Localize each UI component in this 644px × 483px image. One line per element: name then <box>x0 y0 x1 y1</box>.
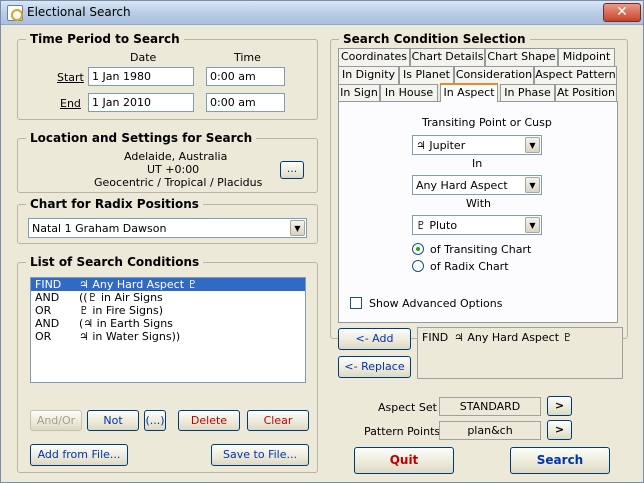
close-button[interactable]: ✕ <box>603 3 641 22</box>
location-timezone: UT +0:00 <box>147 163 200 176</box>
list-item[interactable]: AND ((♇ in Air Signs <box>31 291 305 304</box>
radix-chart-dropdown[interactable]: Natal 1 Graham Dawson ▼ <box>28 218 307 238</box>
save-to-file-button[interactable]: Save to File... <box>211 444 309 466</box>
aspect-set-value: STANDARD <box>439 397 541 416</box>
list-item[interactable]: AND (♃ in Earth Signs <box>31 317 305 330</box>
conditions-title: List of Search Conditions <box>26 255 204 269</box>
delete-button[interactable]: Delete <box>178 410 240 431</box>
end-label: End <box>60 97 81 110</box>
tab-consideration[interactable]: Consideration <box>454 66 534 84</box>
parentheses-button[interactable]: (...) <box>144 410 166 431</box>
tab-at-position[interactable]: At Position <box>555 84 617 102</box>
start-time-field[interactable]: 0:00 am <box>206 67 285 86</box>
window-title: Electional Search <box>27 5 131 19</box>
pattern-points-button[interactable]: > <box>547 420 572 440</box>
title-bar[interactable]: Electional Search ✕ <box>1 1 643 25</box>
not-button[interactable]: Not <box>87 410 139 431</box>
radix-chart-radio[interactable] <box>412 260 424 272</box>
start-date-field[interactable]: 1 Jan 1980 <box>88 67 194 86</box>
clear-button[interactable]: Clear <box>247 410 309 431</box>
chevron-down-icon[interactable]: ▼ <box>525 137 540 153</box>
advanced-options-label: Show Advanced Options <box>369 297 503 310</box>
selection-group: Search Condition Selection Coordinates C… <box>330 32 628 339</box>
aspect-set-button[interactable]: > <box>547 396 572 416</box>
aspect-type-value: Any Hard Aspect <box>416 179 508 192</box>
radix-title: Chart for Radix Positions <box>26 197 203 211</box>
tab-midpoint[interactable]: Midpoint <box>558 48 615 66</box>
app-icon <box>7 5 23 21</box>
list-item[interactable]: OR ♃ in Water Signs)) <box>31 330 305 343</box>
advanced-options-checkbox[interactable] <box>350 297 362 309</box>
tab-aspect-pattern[interactable]: Aspect Pattern <box>534 66 617 84</box>
chevron-down-icon[interactable]: ▼ <box>525 217 540 233</box>
location-browse-button[interactable]: ... <box>280 161 304 179</box>
transiting-chart-label: of Transiting Chart <box>430 243 532 256</box>
location-title: Location and Settings for Search <box>26 131 257 145</box>
in-aspect-panel: Transiting Point or Cusp ♃ Jupiter ▼ In … <box>338 101 618 323</box>
with-point-dropdown[interactable]: ♇ Pluto ▼ <box>412 215 542 235</box>
add-button[interactable]: <- Add <box>338 328 411 350</box>
transiting-point-dropdown[interactable]: ♃ Jupiter ▼ <box>412 135 542 155</box>
search-button[interactable]: Search <box>510 447 610 474</box>
chevron-down-icon[interactable]: ▼ <box>290 220 305 236</box>
condition-preview: FIND ♃ Any Hard Aspect ♇ <box>417 327 623 379</box>
in-label: In <box>472 157 483 170</box>
tab-coordinates[interactable]: Coordinates <box>338 48 410 66</box>
tab-in-sign[interactable]: In Sign <box>338 84 380 102</box>
conditions-group: List of Search Conditions FIND ♃ Any Har… <box>17 255 318 473</box>
pattern-points-value: plan&ch <box>439 421 541 440</box>
radix-group: Chart for Radix Positions Natal 1 Graham… <box>17 197 318 244</box>
quit-button[interactable]: Quit <box>354 447 454 474</box>
preview-operator: FIND <box>422 331 449 344</box>
and-or-button[interactable]: And/Or <box>30 410 82 431</box>
end-date-field[interactable]: 1 Jan 2010 <box>88 93 194 112</box>
tab-in-aspect[interactable]: In Aspect <box>440 83 498 102</box>
time-period-group: Time Period to Search Date Time Start 1 … <box>17 32 318 120</box>
aspect-type-dropdown[interactable]: Any Hard Aspect ▼ <box>412 175 542 195</box>
transiting-point-value: ♃ Jupiter <box>416 139 466 152</box>
location-settings: Geocentric / Tropical / Placidus <box>94 176 263 189</box>
radix-chart-label: of Radix Chart <box>430 260 509 273</box>
electional-search-window: Electional Search ✕ Time Period to Searc… <box>0 0 644 483</box>
time-period-title: Time Period to Search <box>26 32 184 46</box>
location-group: Location and Settings for Search Adelaid… <box>17 131 318 193</box>
radix-chart-value: Natal 1 Graham Dawson <box>32 222 167 235</box>
pattern-points-label: Pattern Points <box>364 425 441 438</box>
preview-condition: ♃ Any Hard Aspect ♇ <box>454 331 573 344</box>
conditions-list[interactable]: FIND ♃ Any Hard Aspect ♇ AND ((♇ in Air … <box>30 277 306 383</box>
time-column-label: Time <box>234 51 261 64</box>
add-from-file-button[interactable]: Add from File... <box>30 444 128 466</box>
list-item[interactable]: OR ♇ in Fire Signs) <box>31 304 305 317</box>
tab-in-phase[interactable]: In Phase <box>500 84 555 102</box>
location-name: Adelaide, Australia <box>124 150 228 163</box>
aspect-set-label: Aspect Set <box>378 401 437 414</box>
replace-button[interactable]: <- Replace <box>338 356 411 378</box>
with-label: With <box>466 197 491 210</box>
selection-title: Search Condition Selection <box>339 32 530 46</box>
end-time-field[interactable]: 0:00 am <box>206 93 285 112</box>
chevron-down-icon[interactable]: ▼ <box>525 177 540 193</box>
transiting-chart-radio[interactable] <box>412 243 424 255</box>
transiting-point-label: Transiting Point or Cusp <box>422 116 552 129</box>
tab-chart-shape[interactable]: Chart Shape <box>485 48 558 66</box>
tab-chart-details[interactable]: Chart Details <box>410 48 485 66</box>
tab-is-planet[interactable]: Is Planet <box>399 66 454 84</box>
date-column-label: Date <box>130 51 157 64</box>
with-point-value: ♇ Pluto <box>416 219 458 232</box>
tab-in-dignity[interactable]: In Dignity <box>338 66 399 84</box>
start-label: Start <box>57 71 84 84</box>
client-area: Time Period to Search Date Time Start 1 … <box>1 26 643 482</box>
list-item[interactable]: FIND ♃ Any Hard Aspect ♇ <box>31 278 305 291</box>
tab-in-house[interactable]: In House <box>380 84 438 102</box>
